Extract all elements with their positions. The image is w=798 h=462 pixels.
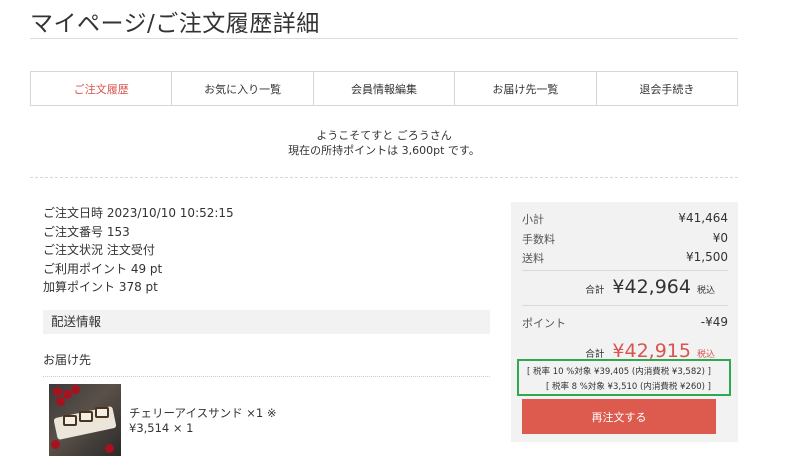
subtotal-value: ¥41,464 xyxy=(678,211,728,225)
shipping-fee-value: ¥1,500 xyxy=(686,250,728,264)
recipient-label: お届け先 xyxy=(43,353,92,367)
total-line: 合計 ¥42,964 税込 xyxy=(585,276,715,298)
order-number: ご注文番号 153 xyxy=(43,224,130,239)
welcome-message: ようこそてすと ごろうさん xyxy=(316,129,452,142)
shipping-fee-label: 送料 xyxy=(522,252,544,265)
total-value: ¥42,964 xyxy=(612,276,691,298)
tab-order-history[interactable]: ご注文履歴 xyxy=(31,72,173,105)
product-price: ¥3,514 × 1 xyxy=(129,421,194,435)
shipping-divider xyxy=(43,376,490,377)
tax-8-line: [ 税率 8 %対象 ¥3,510 (内消費税 ¥260) ] xyxy=(545,382,711,392)
mypage-tabs: ご注文履歴 お気に入り一覧 会員情報編集 お届け先一覧 退会手続き xyxy=(30,71,738,106)
order-info: ご注文日時 2023/10/10 10:52:15 ご注文番号 153 ご注文状… xyxy=(43,204,234,297)
grand-total-label: 合計 xyxy=(585,349,605,360)
subtotal-label: 小計 xyxy=(522,213,544,226)
tab-withdraw[interactable]: 退会手続き xyxy=(597,72,737,105)
tab-delivery-addresses[interactable]: お届け先一覧 xyxy=(455,72,597,105)
product-image[interactable] xyxy=(49,384,121,456)
points-row: ポイント -¥49 xyxy=(522,315,728,331)
fee-value: ¥0 xyxy=(712,231,728,245)
summary-divider xyxy=(522,270,728,271)
welcome-divider xyxy=(30,177,738,178)
points-label: ポイント xyxy=(522,317,566,330)
title-divider xyxy=(30,38,738,39)
product-name[interactable]: チェリーアイスサンド ×1 ※ xyxy=(129,405,277,421)
tab-favorites[interactable]: お気に入り一覧 xyxy=(172,72,314,105)
points-value: -¥49 xyxy=(700,315,728,329)
tax-breakdown-box: [ 税率 10 %対象 ¥39,405 (内消費税 ¥3,582) ] [ 税率… xyxy=(517,359,731,396)
total-label: 合計 xyxy=(585,285,605,296)
fee-row: 手数料 ¥0 xyxy=(522,231,728,247)
points-balance-message: 現在の所持ポイントは 3,600pt です。 xyxy=(288,144,480,157)
shipping-section-heading: 配送情報 xyxy=(43,310,490,334)
total-tax-note: 税込 xyxy=(696,286,715,296)
fee-label: 手数料 xyxy=(522,233,555,246)
order-date: ご注文日時 2023/10/10 10:52:15 xyxy=(43,206,234,220)
reorder-button[interactable]: 再注文する xyxy=(522,399,716,434)
order-status: ご注文状況 注文受付 xyxy=(43,243,155,258)
page-title: マイページ/ご注文履歴詳細 xyxy=(30,11,320,37)
used-points: ご利用ポイント 49 pt xyxy=(43,261,163,276)
tax-10-line: [ 税率 10 %対象 ¥39,405 (内消費税 ¥3,582) ] xyxy=(527,367,711,377)
tab-member-info[interactable]: 会員情報編集 xyxy=(314,72,456,105)
subtotal-row: 小計 ¥41,464 xyxy=(522,211,728,227)
summary-divider xyxy=(522,305,728,306)
shipping-fee-row: 送料 ¥1,500 xyxy=(522,250,728,266)
added-points: 加算ポイント 378 pt xyxy=(43,280,158,295)
